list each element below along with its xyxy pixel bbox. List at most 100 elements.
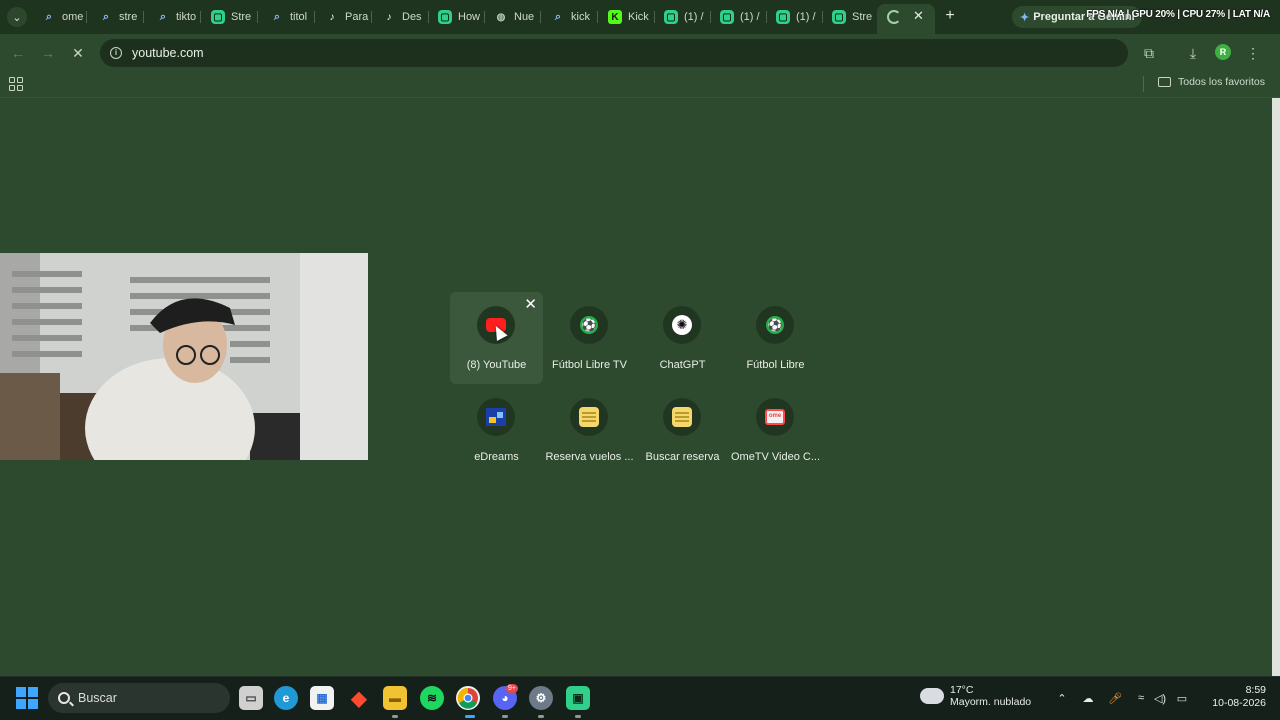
kick-icon: K (608, 10, 622, 24)
shortcut-tile-buscar-reserva[interactable]: Buscar reserva (636, 384, 729, 476)
shortcut-icon-circle: ✺ (663, 306, 701, 344)
windows-start-icon[interactable] (16, 687, 38, 709)
tab[interactable]: ♪ Des (376, 6, 428, 28)
new-tab-button[interactable]: + (940, 6, 960, 26)
tab[interactable]: ⌕ kick (545, 6, 597, 28)
extensions-icon[interactable]: ⧉ (1139, 43, 1159, 63)
chevron-up-icon[interactable]: ⌃ (1054, 690, 1070, 706)
shortcut-tile-futbol-libre[interactable]: ⚽ Fútbol Libre (729, 292, 822, 384)
running-indicator (538, 715, 544, 718)
profile-avatar[interactable]: R (1215, 44, 1231, 60)
tab[interactable]: ⌕ ome (36, 6, 88, 28)
tab-divider (710, 11, 711, 23)
microphone-icon[interactable]: 🎤︎ (1107, 690, 1123, 706)
green-app-icon: ▢ (211, 10, 225, 24)
tab[interactable]: ♪ Para (319, 6, 371, 28)
discord-badge: 9+ (506, 684, 518, 693)
shortcut-title: Buscar reserva (645, 451, 720, 463)
close-tab-icon[interactable]: ✕ (913, 8, 924, 24)
all-bookmarks-label: Todos los favoritos (1178, 76, 1265, 88)
partly-cloudy-icon (918, 682, 944, 704)
shortcut-tile-futbol-libre-tv[interactable]: ⚽ Fútbol Libre TV (543, 292, 636, 384)
onedrive-icon[interactable]: ☁ (1080, 690, 1096, 706)
shortcut-icon-circle: ⚽ (756, 306, 794, 344)
download-icon[interactable]: ⤓ (1183, 43, 1203, 63)
browser-toolbar: ← → ✕ i youtube.com ⧉ ⤓ ⋮ (0, 34, 1280, 72)
green-app-icon: ▢ (832, 10, 846, 24)
wifi-icon[interactable]: ≈ (1133, 690, 1149, 706)
clock-date: 10-08-2026 (1212, 697, 1266, 709)
shortcut-title: ChatGPT (659, 359, 706, 371)
stop-loading-icon[interactable]: ✕ (68, 43, 88, 63)
tab-divider (314, 11, 315, 23)
shortcut-title: OmeTV Video C... (730, 451, 821, 463)
tab-label: (1) / (684, 11, 704, 23)
ometv-icon: ome (765, 409, 785, 425)
tab[interactable]: ▢ (1) / (658, 6, 710, 28)
shortcut-tile-ometv[interactable]: ome OmeTV Video C... (729, 384, 822, 476)
taskbar-search[interactable]: Buscar (48, 683, 230, 713)
tab-label: Kick (628, 11, 649, 23)
address-bar[interactable]: i youtube.com (100, 39, 1128, 67)
tab-label: tikto (176, 11, 197, 23)
green-app-icon: ▢ (664, 10, 678, 24)
shortcut-tile-chatgpt[interactable]: ✺ ChatGPT (636, 292, 729, 384)
tab[interactable]: ⌕ tikto (150, 6, 202, 28)
active-app-indicator (465, 715, 475, 718)
file-explorer-icon[interactable]: ▬ (383, 686, 407, 710)
remove-shortcut-icon[interactable]: ✕ (524, 297, 537, 312)
volume-icon[interactable]: ◁) (1152, 690, 1168, 706)
webcam-feed-image (0, 253, 368, 460)
search-icon: ⌕ (45, 10, 53, 23)
task-view-icon[interactable]: ▭ (239, 686, 263, 710)
system-clock[interactable]: 8:59 10-08-2026 (1196, 684, 1266, 710)
soccer-ball-icon: ⚽ (580, 316, 598, 334)
spotify-icon[interactable]: ≋ (420, 686, 444, 710)
tab[interactable]: ▢ Stre (205, 6, 257, 28)
anydesk-icon[interactable]: ◆ (347, 686, 371, 710)
more-menu-icon[interactable]: ⋮ (1243, 43, 1263, 63)
tab[interactable]: K Kick (602, 6, 654, 28)
tab[interactable]: ▢ Stre (826, 6, 876, 28)
taskbar-search-placeholder: Buscar (78, 691, 117, 705)
tab[interactable]: ▢ (1) / (770, 6, 822, 28)
tab-label: Stre (852, 11, 873, 23)
tab[interactable]: ◍ Nue (488, 6, 540, 28)
soccer-ball-icon: ⚽ (766, 316, 784, 334)
apps-grid-icon[interactable] (9, 77, 23, 91)
weather-widget[interactable]: 17°C Mayorm. nublado (918, 682, 1031, 708)
tab-label: stre (119, 11, 138, 23)
tab-label: Des (402, 11, 422, 23)
forward-icon[interactable]: → (38, 43, 58, 63)
shortcut-icon-circle: ⚽ (570, 306, 608, 344)
store-icon[interactable]: ▦ (310, 686, 334, 710)
shortcut-tile-reserva-vuelos[interactable]: Reserva vuelos ... (543, 384, 636, 476)
page-scrollbar[interactable] (1272, 98, 1280, 676)
tab-search-menu-button[interactable]: ⌄ (7, 7, 27, 27)
shortcut-tile-edreams[interactable]: eDreams (450, 384, 543, 476)
streaming-app-icon[interactable]: ▣ (566, 686, 590, 710)
battery-icon[interactable]: ▭ (1174, 690, 1190, 706)
edge-icon[interactable]: e (274, 686, 298, 710)
tab-divider (143, 11, 144, 23)
tab-divider (766, 11, 767, 23)
shortcut-title: eDreams (474, 451, 519, 463)
openai-icon: ✺ (672, 315, 692, 335)
tab[interactable]: ▢ (1) / (714, 6, 766, 28)
tab-label: (1) / (740, 11, 760, 23)
gemini-sparkle-icon: ✦ (1020, 11, 1030, 24)
tab[interactable]: ⌕ titol (264, 6, 316, 28)
shortcut-title: Fútbol Libre (746, 359, 805, 371)
tab[interactable]: ⌕ stre (93, 6, 145, 28)
loading-spinner-icon (887, 10, 901, 24)
active-tab[interactable]: ✕ (877, 4, 935, 34)
tab[interactable]: ▢ How (432, 6, 484, 28)
back-icon[interactable]: ← (8, 43, 28, 63)
settings-icon[interactable]: ⚙ (529, 686, 553, 710)
shortcut-title: (8) YouTube (466, 359, 527, 371)
tab-divider (540, 11, 541, 23)
site-info-icon[interactable]: i (110, 47, 122, 59)
running-indicator (575, 715, 581, 718)
all-bookmarks-button[interactable]: Todos los favoritos (1158, 76, 1265, 88)
chrome-icon[interactable] (456, 686, 480, 710)
